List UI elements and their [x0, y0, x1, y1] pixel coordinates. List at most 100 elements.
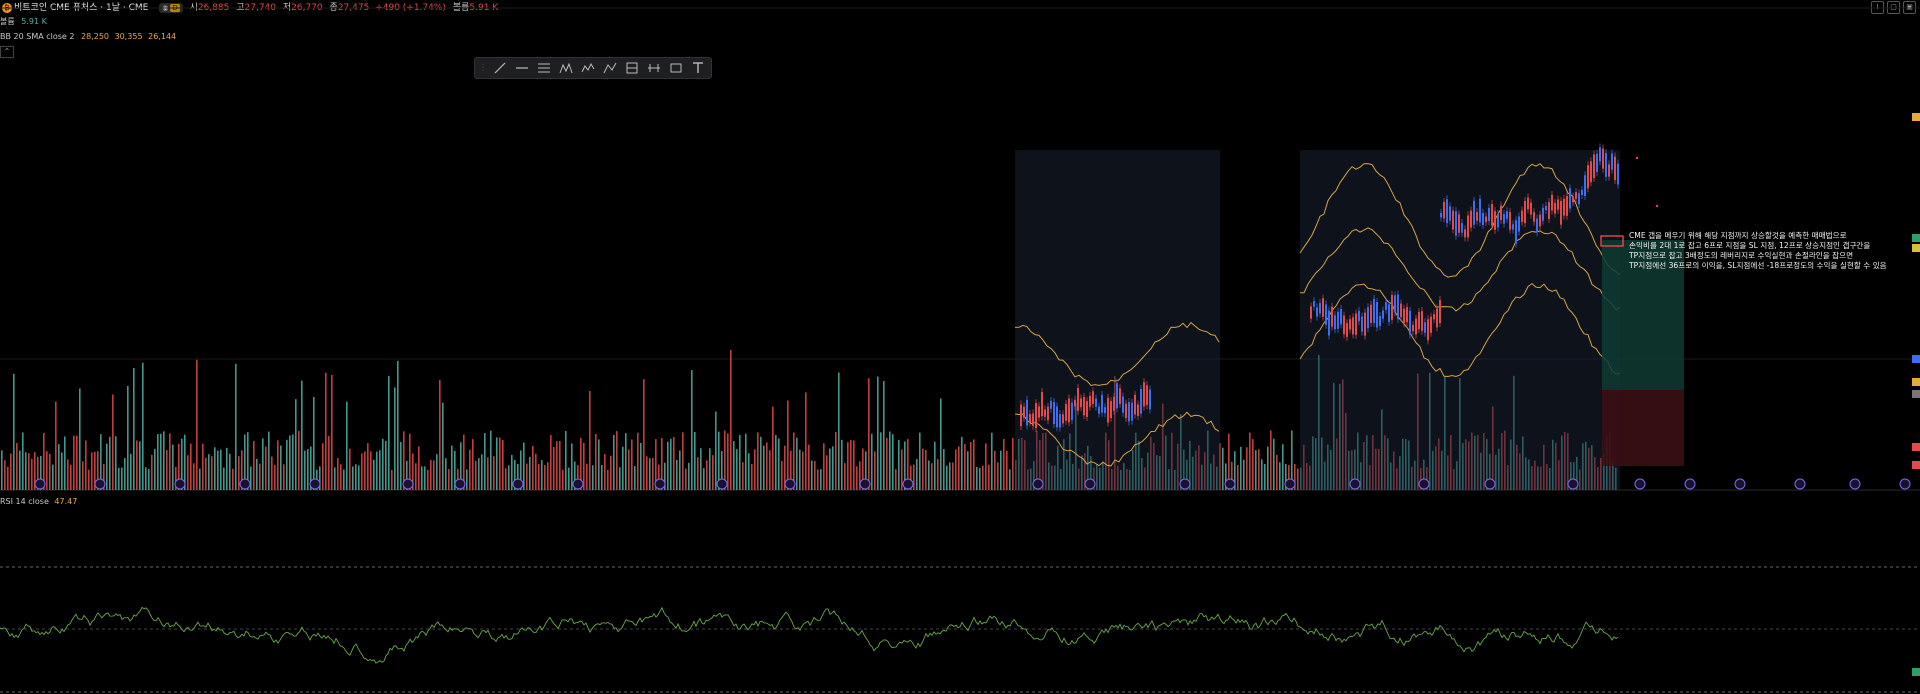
volume-bar	[934, 441, 936, 490]
volume-bar	[7, 466, 9, 490]
volume-bar	[478, 458, 480, 490]
volume-bar	[199, 468, 201, 490]
candle-body	[1409, 310, 1411, 335]
volume-bar	[766, 442, 768, 490]
candle-body	[1551, 194, 1553, 211]
volume-bar	[250, 466, 252, 490]
volume-bar	[847, 442, 849, 490]
candle-body	[1376, 301, 1378, 328]
volume-bar	[829, 448, 831, 490]
volume-bar	[448, 469, 450, 490]
volume-bar	[826, 455, 828, 490]
candle-body	[1319, 302, 1321, 314]
volume-bar	[730, 350, 732, 490]
volume-bar	[745, 433, 747, 490]
candle-body	[1412, 324, 1414, 332]
volume-bar	[61, 452, 63, 490]
volume-bar	[421, 466, 423, 490]
volume-bar	[994, 450, 996, 490]
volume-bar	[940, 398, 942, 490]
volume-bar	[361, 453, 363, 490]
candle-body	[1433, 314, 1435, 320]
candle-body	[1439, 300, 1441, 324]
volume-bar	[529, 456, 531, 490]
volume-bar	[946, 465, 948, 490]
volume-bar	[397, 360, 399, 490]
volume-bar	[973, 439, 975, 490]
event-marker-icon	[34, 478, 46, 490]
volume-bar	[1297, 468, 1299, 490]
volume-bar	[961, 436, 963, 490]
volume-bar	[475, 460, 477, 490]
volume-bar	[1279, 462, 1281, 490]
chart-canvas[interactable]	[0, 0, 1920, 694]
trade-annotation[interactable]: CME 갭을 메우기 위해 해당 지점까지 상승할것을 예측한 매매법으로 손익…	[1629, 231, 1887, 271]
candle-body	[1575, 192, 1577, 199]
volume-bar	[229, 453, 231, 490]
event-marker-icon	[239, 478, 251, 490]
candle-body	[1050, 400, 1052, 409]
volume-bar	[1258, 449, 1260, 490]
volume-bar	[259, 463, 261, 490]
volume-bar	[169, 433, 171, 490]
volume-bar	[136, 440, 138, 490]
volume-bar	[598, 439, 600, 490]
volume-bar	[931, 463, 933, 490]
volume-bar	[148, 468, 150, 490]
volume-bar	[289, 435, 291, 490]
bb-fill	[1015, 150, 1220, 490]
volume-bar	[871, 433, 873, 490]
volume-bar	[508, 465, 510, 490]
price-scale-tag	[1912, 234, 1920, 242]
candle-body	[1370, 304, 1372, 323]
rsi-legend[interactable]: RSI 14 close 47.47	[0, 497, 77, 507]
candle-body	[1421, 311, 1423, 331]
candle-body	[1059, 414, 1061, 428]
candle-body	[1518, 216, 1520, 232]
candle-body	[1524, 200, 1526, 224]
volume-bar	[355, 464, 357, 490]
volume-bar	[163, 431, 165, 490]
candle-body	[1119, 388, 1121, 404]
volume-bar	[511, 454, 513, 490]
volume-bar	[142, 362, 144, 490]
volume-bar	[487, 457, 489, 490]
volume-bar	[982, 465, 984, 490]
volume-bar	[400, 441, 402, 490]
candle-body	[1614, 156, 1616, 181]
candle-body	[1355, 313, 1357, 335]
candle-body	[1322, 298, 1324, 317]
volume-bar	[1237, 465, 1239, 490]
volume-bar	[628, 449, 630, 490]
volume-bar	[1255, 450, 1257, 490]
volume-bar	[667, 441, 669, 490]
price-scale-tag	[1912, 113, 1920, 121]
candle-body	[1527, 197, 1529, 210]
volume-bar	[670, 438, 672, 490]
volume-bar	[1264, 464, 1266, 490]
volume-bar	[268, 431, 270, 490]
candle-body	[1491, 203, 1493, 226]
volume-bar	[307, 449, 309, 490]
candle-body	[1104, 407, 1106, 414]
volume-bar	[856, 466, 858, 490]
candle-body	[1596, 153, 1598, 172]
volume-bar	[625, 433, 627, 490]
volume-bar	[262, 438, 264, 490]
candle-body	[1382, 310, 1384, 319]
volume-bar	[703, 468, 705, 490]
volume-bar	[526, 463, 528, 490]
candle-body	[1452, 210, 1454, 230]
candle-body	[1406, 307, 1408, 323]
volume-bar	[286, 439, 288, 490]
volume-bar	[832, 446, 834, 490]
candle-body	[1379, 316, 1381, 326]
event-marker-icon	[1794, 478, 1806, 490]
candle-body	[1023, 406, 1025, 418]
volume-bar	[607, 469, 609, 490]
volume-bar	[394, 387, 396, 490]
candle-body	[1089, 395, 1091, 407]
candle-body	[1071, 402, 1073, 420]
volume-bar	[1243, 459, 1245, 490]
volume-bar	[28, 453, 30, 490]
